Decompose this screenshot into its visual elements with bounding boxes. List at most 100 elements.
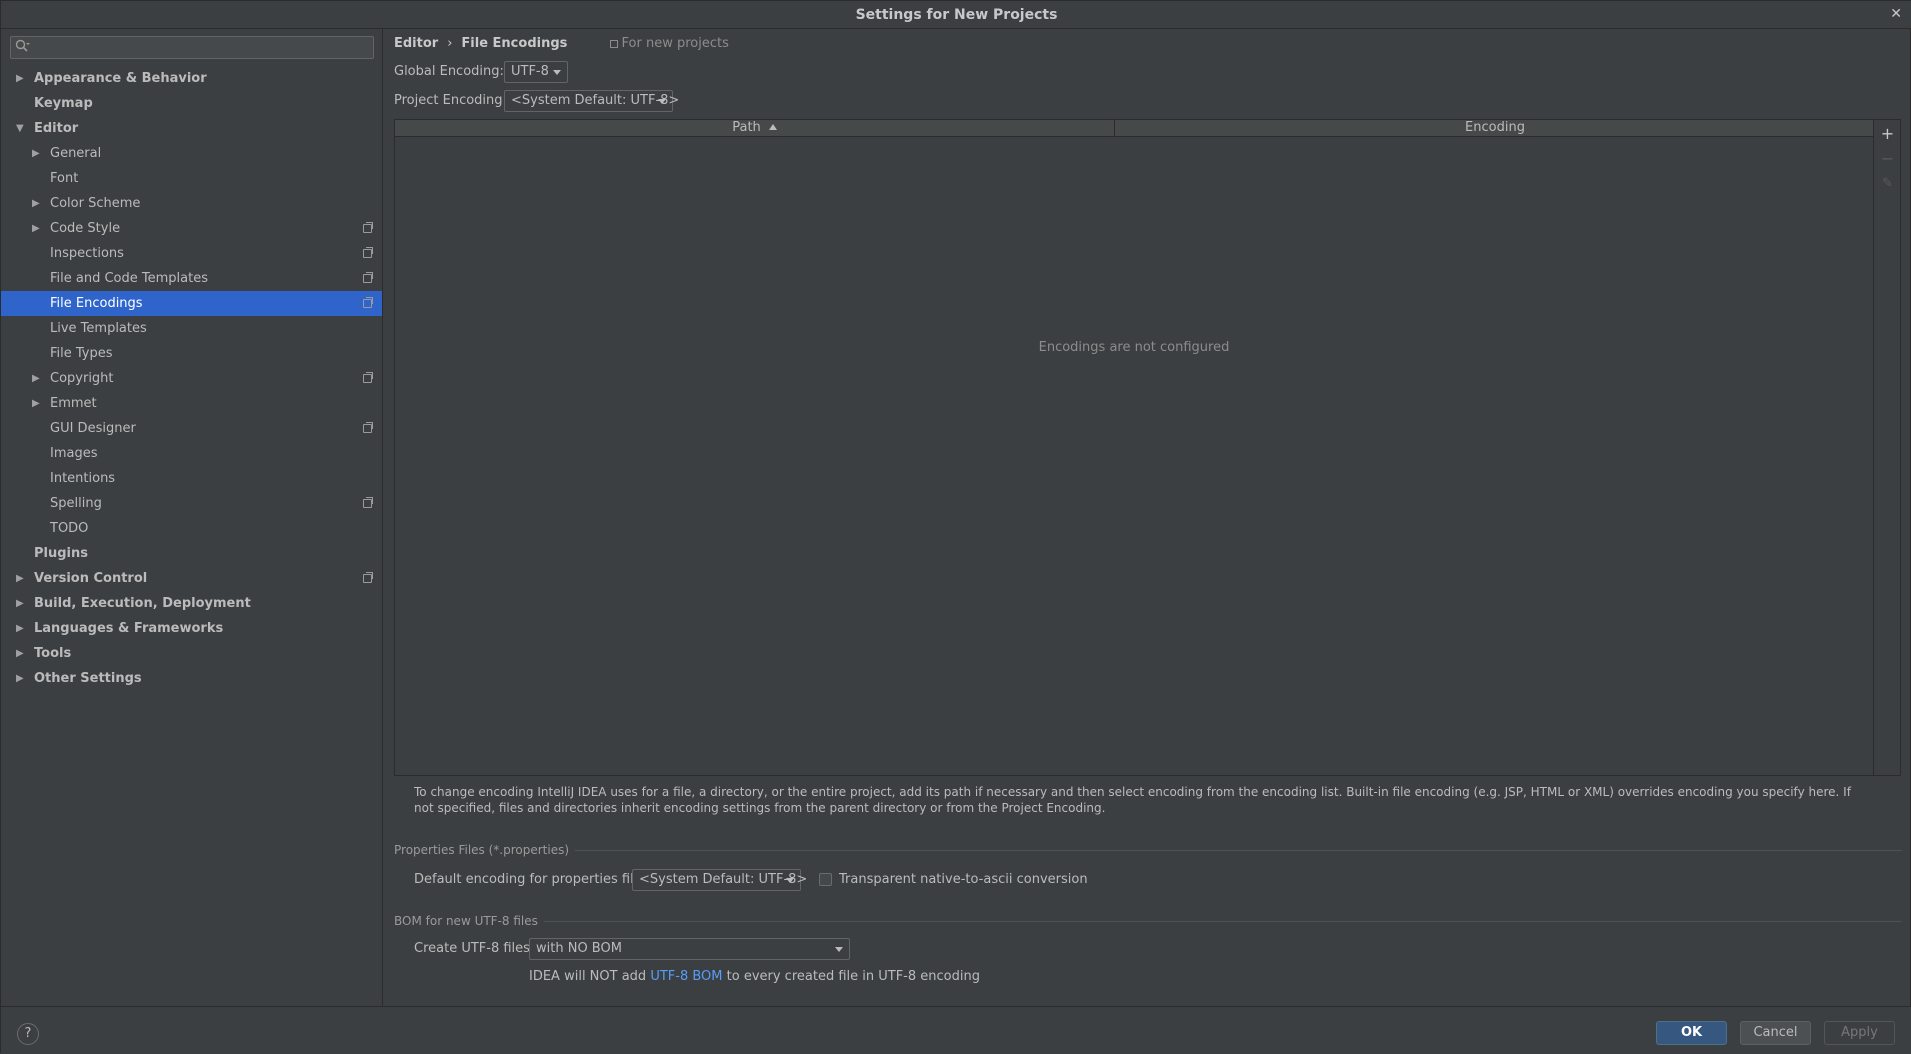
expand-right-icon[interactable]: ▶ (32, 216, 40, 241)
sidebar-item-todo[interactable]: TODO (1, 516, 382, 541)
expand-right-icon[interactable]: ▶ (16, 591, 24, 616)
remove-icon[interactable]: − (1874, 147, 1901, 171)
project-encoding-value: <System Default: UTF-8> (511, 93, 680, 108)
expand-right-icon[interactable]: ▶ (16, 616, 24, 641)
sidebar-item-label: Spelling (50, 496, 102, 511)
project-encoding-combo[interactable]: <System Default: UTF-8> (504, 90, 679, 112)
sidebar-item-label: Intentions (50, 471, 116, 486)
help-icon[interactable]: ? (17, 1023, 39, 1045)
breadcrumb-current: File Encodings (461, 36, 568, 51)
sidebar-item-label: Inspections (50, 246, 124, 261)
sidebar-item-label: General (50, 146, 102, 161)
bom-section-title: BOM for new UTF-8 files (394, 914, 538, 928)
sidebar-item-plugins[interactable]: Plugins (1, 541, 382, 566)
expand-right-icon[interactable]: ▶ (16, 66, 24, 91)
expand-right-icon[interactable]: ▶ (32, 366, 40, 391)
sidebar-item-color-scheme[interactable]: ▶ Color Scheme (1, 191, 382, 216)
encoding-description: To change encoding IntelliJ IDEA uses fo… (414, 785, 1851, 815)
sidebar-item-label: TODO (50, 521, 89, 536)
bom-note-suffix: to every created file in UTF-8 encoding (722, 969, 980, 984)
sidebar-item-appearance-behavior[interactable]: ▶ Appearance & Behavior (1, 66, 382, 91)
sidebar-item-other-settings[interactable]: ▶ Other Settings (1, 666, 382, 691)
sidebar-item-images[interactable]: Images (1, 441, 382, 466)
sidebar-item-file-types[interactable]: File Types (1, 341, 382, 366)
expand-right-icon[interactable]: ▶ (32, 391, 40, 416)
transparent-conversion-checkbox[interactable] (819, 873, 832, 886)
project-scope-icon (363, 297, 373, 308)
sidebar-item-gui-designer[interactable]: GUI Designer (1, 416, 382, 441)
sidebar-item-file-encodings[interactable]: File Encodings (1, 291, 382, 316)
column-header-encoding[interactable]: Encoding (1116, 120, 1874, 137)
empty-table-text: Encodings are not configured (1038, 340, 1230, 355)
bom-note-prefix: IDEA will NOT add (529, 969, 651, 984)
project-scope-icon (363, 422, 373, 433)
add-icon[interactable]: + (1874, 122, 1901, 146)
properties-default-label: Default encoding for properties files: (414, 872, 653, 887)
sidebar-item-label: Copyright (50, 371, 114, 386)
ok-button[interactable]: OK (1656, 1021, 1727, 1045)
create-utf8-label: Create UTF-8 files: (414, 941, 535, 956)
bom-note: IDEA will NOT add UTF-8 BOM to every cre… (529, 969, 980, 984)
encoding-table[interactable]: Path Encoding Encodings are not configur… (394, 119, 1874, 776)
apply-button[interactable]: Apply (1824, 1021, 1895, 1045)
table-header: Path Encoding (395, 120, 1873, 137)
project-scope-icon (363, 272, 373, 283)
edit-icon[interactable]: ✎ (1874, 172, 1901, 196)
sidebar-item-font[interactable]: Font (1, 166, 382, 191)
search-input[interactable] (35, 37, 369, 58)
sidebar-item-version-control[interactable]: ▶ Version Control (1, 566, 382, 591)
sidebar-item-editor[interactable]: ▼ Editor (1, 116, 382, 141)
chevron-down-icon (835, 947, 843, 952)
global-encoding-label: Global Encoding: (394, 64, 504, 79)
sidebar-item-label: Keymap (34, 96, 93, 111)
expand-right-icon[interactable]: ▶ (32, 141, 40, 166)
expand-right-icon[interactable]: ▶ (16, 641, 24, 666)
sidebar-item-keymap[interactable]: Keymap (1, 91, 382, 116)
sidebar-item-label: Editor (34, 121, 79, 136)
sidebar-item-general[interactable]: ▶ General (1, 141, 382, 166)
sidebar-item-label: Build, Execution, Deployment (34, 596, 251, 611)
section-divider (543, 920, 1902, 922)
expand-down-icon[interactable]: ▼ (16, 116, 24, 141)
search-box[interactable] (10, 36, 374, 59)
create-utf8-combo[interactable]: with NO BOM (529, 938, 850, 960)
sidebar-item-label: File Types (50, 346, 113, 361)
properties-encoding-combo[interactable]: <System Default: UTF-8> (632, 869, 807, 891)
breadcrumb-separator: › (447, 36, 453, 51)
sidebar-item-inspections[interactable]: Inspections (1, 241, 382, 266)
sidebar-item-tools[interactable]: ▶ Tools (1, 641, 382, 666)
project-scope-icon (363, 247, 373, 258)
sidebar-item-file-and-code-templates[interactable]: File and Code Templates (1, 266, 382, 291)
properties-files-section: Properties Files (*.properties) (394, 842, 1902, 858)
properties-encoding-value: <System Default: UTF-8> (639, 872, 808, 887)
sidebar-item-languages-frameworks[interactable]: ▶ Languages & Frameworks (1, 616, 382, 641)
transparent-conversion-label: Transparent native-to-ascii conversion (839, 872, 1088, 887)
expand-right-icon[interactable]: ▶ (16, 666, 24, 691)
chevron-down-icon (553, 70, 561, 75)
sidebar-item-build-execution-deployment[interactable]: ▶ Build, Execution, Deployment (1, 591, 382, 616)
settings-tree: ▶ Appearance & Behavior Keymap ▼ Editor ▶ Gene… (1, 66, 382, 691)
expand-right-icon[interactable]: ▶ (32, 191, 40, 216)
close-icon[interactable]: ✕ (1890, 6, 1902, 22)
sidebar-item-label: Images (50, 446, 98, 461)
sidebar-item-copyright[interactable]: ▶ Copyright (1, 366, 382, 391)
project-scope-icon (609, 40, 618, 48)
create-utf8-value: with NO BOM (536, 941, 622, 956)
sidebar-item-emmet[interactable]: ▶ Emmet (1, 391, 382, 416)
scope-label: For new projects (609, 36, 729, 51)
column-header-path[interactable]: Path (395, 120, 1115, 137)
global-encoding-combo[interactable]: UTF-8 (504, 61, 568, 83)
cancel-button[interactable]: Cancel (1740, 1021, 1811, 1045)
sidebar-item-live-templates[interactable]: Live Templates (1, 316, 382, 341)
expand-right-icon[interactable]: ▶ (16, 566, 24, 591)
sidebar-item-intentions[interactable]: Intentions (1, 466, 382, 491)
utf8-bom-link[interactable]: UTF-8 BOM (650, 969, 722, 984)
project-scope-icon (363, 497, 373, 508)
sidebar-item-spelling[interactable]: Spelling (1, 491, 382, 516)
sidebar-item-label: Plugins (34, 546, 88, 561)
sidebar-item-code-style[interactable]: ▶ Code Style (1, 216, 382, 241)
global-encoding-value: UTF-8 (511, 64, 549, 79)
file-encodings-panel: Editor › File Encodings For new projects G… (384, 29, 1911, 1006)
bom-section: BOM for new UTF-8 files (394, 913, 1902, 929)
transparent-conversion-option[interactable]: Transparent native-to-ascii conversion (819, 872, 1088, 887)
